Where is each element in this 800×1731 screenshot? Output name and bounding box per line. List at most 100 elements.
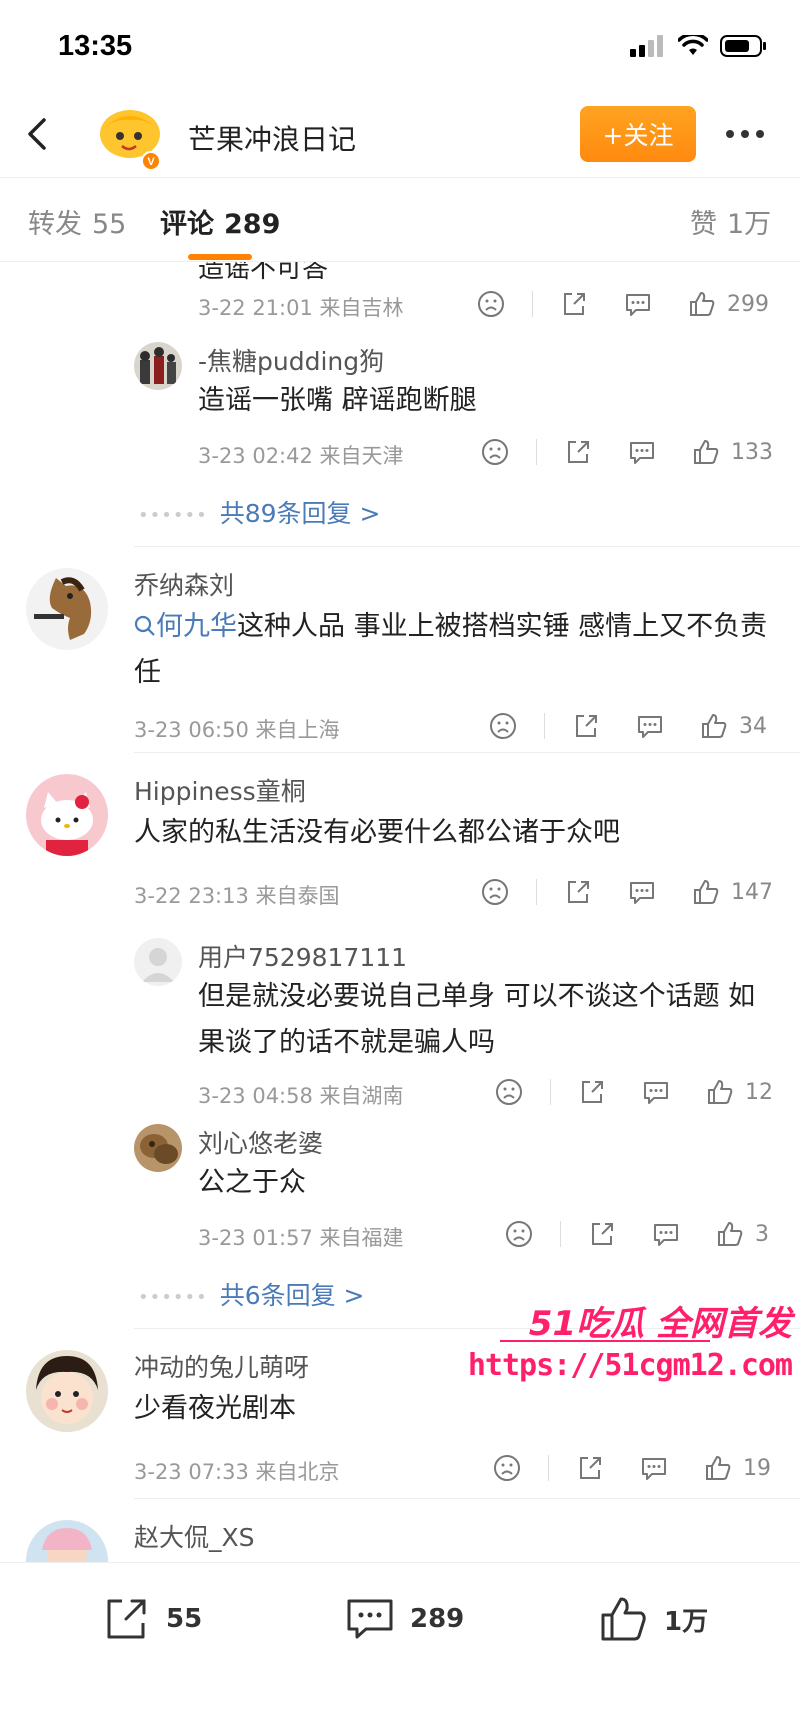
- commenter-name[interactable]: 赵大侃_XS: [134, 1518, 255, 1554]
- like-icon[interactable]: [699, 711, 729, 741]
- comment-meta: 3-23 04:58 来自湖南: [198, 1084, 404, 1108]
- share-icon: [107, 1599, 146, 1639]
- repost-button[interactable]: 55: [100, 1593, 202, 1645]
- avatar-photo-icon: [134, 342, 182, 390]
- more-replies-link[interactable]: •••••• 共89条回复 >: [138, 494, 380, 530]
- svg-text:V: V: [147, 156, 155, 168]
- reply-icon[interactable]: [635, 711, 665, 741]
- comment-text: 公之于众: [198, 1167, 306, 1198]
- more-dot-icon: [756, 130, 764, 138]
- dotted-line-icon: ••••••: [138, 1286, 208, 1308]
- tab-comments[interactable]: 评论 289: [160, 202, 280, 241]
- like-icon[interactable]: [691, 437, 721, 467]
- comment-actions: 147: [480, 874, 773, 910]
- dislike-icon[interactable]: [492, 1453, 522, 1483]
- more-options-button[interactable]: [726, 120, 774, 148]
- action-divider: [550, 1079, 551, 1105]
- follow-button[interactable]: +关注: [580, 106, 696, 162]
- like-count: 12: [745, 1079, 773, 1105]
- share-icon[interactable]: [577, 1077, 607, 1107]
- nav-bar: V 芒果冲浪日记 +关注: [0, 92, 800, 178]
- like-icon[interactable]: [715, 1219, 745, 1249]
- comment-text: 但是就没必要说自己单身 可以不谈这个话题 如果谈了的话不就是骗人吗: [198, 981, 756, 1058]
- like-count: 1万: [664, 1606, 709, 1637]
- dislike-icon[interactable]: [480, 877, 510, 907]
- divider: [134, 752, 800, 753]
- tab-repost[interactable]: 转发 55: [28, 202, 126, 241]
- watermark-brand: 51吃瓜 全网首发: [528, 1304, 792, 1344]
- share-icon[interactable]: [563, 877, 593, 907]
- back-button[interactable]: [16, 112, 60, 156]
- dislike-icon[interactable]: [476, 289, 506, 319]
- search-topic-link[interactable]: 何九华: [134, 611, 237, 642]
- status-time: 13:35: [58, 30, 133, 62]
- like-icon[interactable]: [691, 877, 721, 907]
- divider: [134, 546, 800, 547]
- avatar[interactable]: [26, 568, 108, 650]
- share-icon[interactable]: [563, 437, 593, 467]
- like-count: 19: [743, 1455, 771, 1481]
- commenter-name[interactable]: Hippiness童桐: [134, 772, 306, 808]
- reply-icon[interactable]: [639, 1453, 669, 1483]
- divider: [134, 1498, 800, 1499]
- status-bar: 13:35: [0, 0, 800, 92]
- avatar[interactable]: [134, 342, 182, 390]
- more-replies-link[interactable]: •••••• 共6条回复 >: [138, 1276, 365, 1312]
- commenter-name[interactable]: 用户7529817111: [198, 938, 407, 974]
- chevron-left-icon: [28, 118, 46, 150]
- comment-button[interactable]: 289: [344, 1593, 464, 1645]
- tab-comments-count: 289: [224, 209, 281, 240]
- like-icon[interactable]: [705, 1077, 735, 1107]
- mango-mascot-icon: V: [100, 110, 161, 171]
- reply-icon[interactable]: [651, 1219, 681, 1249]
- comment-actions: 133: [480, 434, 773, 470]
- reply-icon[interactable]: [641, 1077, 671, 1107]
- reply-icon[interactable]: [627, 437, 657, 467]
- like-icon[interactable]: [703, 1453, 733, 1483]
- comment-count: 289: [410, 1604, 465, 1634]
- reply-icon[interactable]: [623, 289, 653, 319]
- account-name[interactable]: 芒果冲浪日记: [188, 118, 356, 158]
- avatar-photo-icon: [134, 1124, 182, 1172]
- dislike-icon[interactable]: [488, 711, 518, 741]
- tab-likes-label: 赞: [690, 209, 717, 240]
- like-button[interactable]: 1万: [598, 1593, 708, 1645]
- tab-likes-count: 1万: [727, 209, 772, 240]
- avatar[interactable]: [134, 1124, 182, 1172]
- dislike-icon[interactable]: [504, 1219, 534, 1249]
- tab-likes[interactable]: 赞 1万: [690, 202, 771, 241]
- dislike-icon[interactable]: [480, 437, 510, 467]
- action-divider: [536, 879, 537, 905]
- avatar[interactable]: [26, 1350, 108, 1432]
- account-avatar[interactable]: V: [96, 104, 164, 172]
- share-icon[interactable]: [587, 1219, 617, 1249]
- status-icons: [630, 34, 768, 58]
- comment-actions: 19: [492, 1450, 771, 1486]
- more-replies-label: 共89条回复 >: [219, 499, 381, 528]
- comment-actions: 12: [494, 1074, 773, 1110]
- share-icon[interactable]: [559, 289, 589, 319]
- commenter-name[interactable]: 乔纳森刘: [134, 566, 234, 602]
- dislike-icon[interactable]: [494, 1077, 524, 1107]
- action-divider: [560, 1221, 561, 1247]
- more-replies-label: 共6条回复 >: [219, 1281, 365, 1310]
- share-icon[interactable]: [571, 711, 601, 741]
- watermark-url: https://51cgm12.com: [467, 1348, 793, 1383]
- comment-meta: 3-22 23:13 来自泰国: [134, 884, 340, 908]
- share-icon[interactable]: [575, 1453, 605, 1483]
- comment-actions: 299: [476, 286, 769, 322]
- comment-text: 何九华这种人品 事业上被搭档实锤 感情上又不负责任: [134, 604, 774, 696]
- like-count: 147: [731, 879, 773, 905]
- commenter-name[interactable]: 冲动的兔儿萌呀: [134, 1348, 309, 1384]
- default-avatar-icon: [134, 938, 182, 986]
- avatar[interactable]: [26, 1520, 108, 1562]
- avatar[interactable]: [134, 938, 182, 986]
- commenter-name[interactable]: -焦糖pudding狗: [198, 342, 384, 378]
- watermark: 51吃瓜 全网首发 https://51cgm12.com: [468, 1296, 800, 1396]
- comment-text: 人家的私生活没有必要什么都公诸于众吧: [134, 817, 620, 848]
- like-icon[interactable]: [687, 289, 717, 319]
- reply-icon[interactable]: [627, 877, 657, 907]
- comment-meta: 3-23 02:42 来自天津: [198, 444, 404, 468]
- commenter-name[interactable]: 刘心悠老婆: [198, 1124, 323, 1160]
- avatar[interactable]: [26, 774, 108, 856]
